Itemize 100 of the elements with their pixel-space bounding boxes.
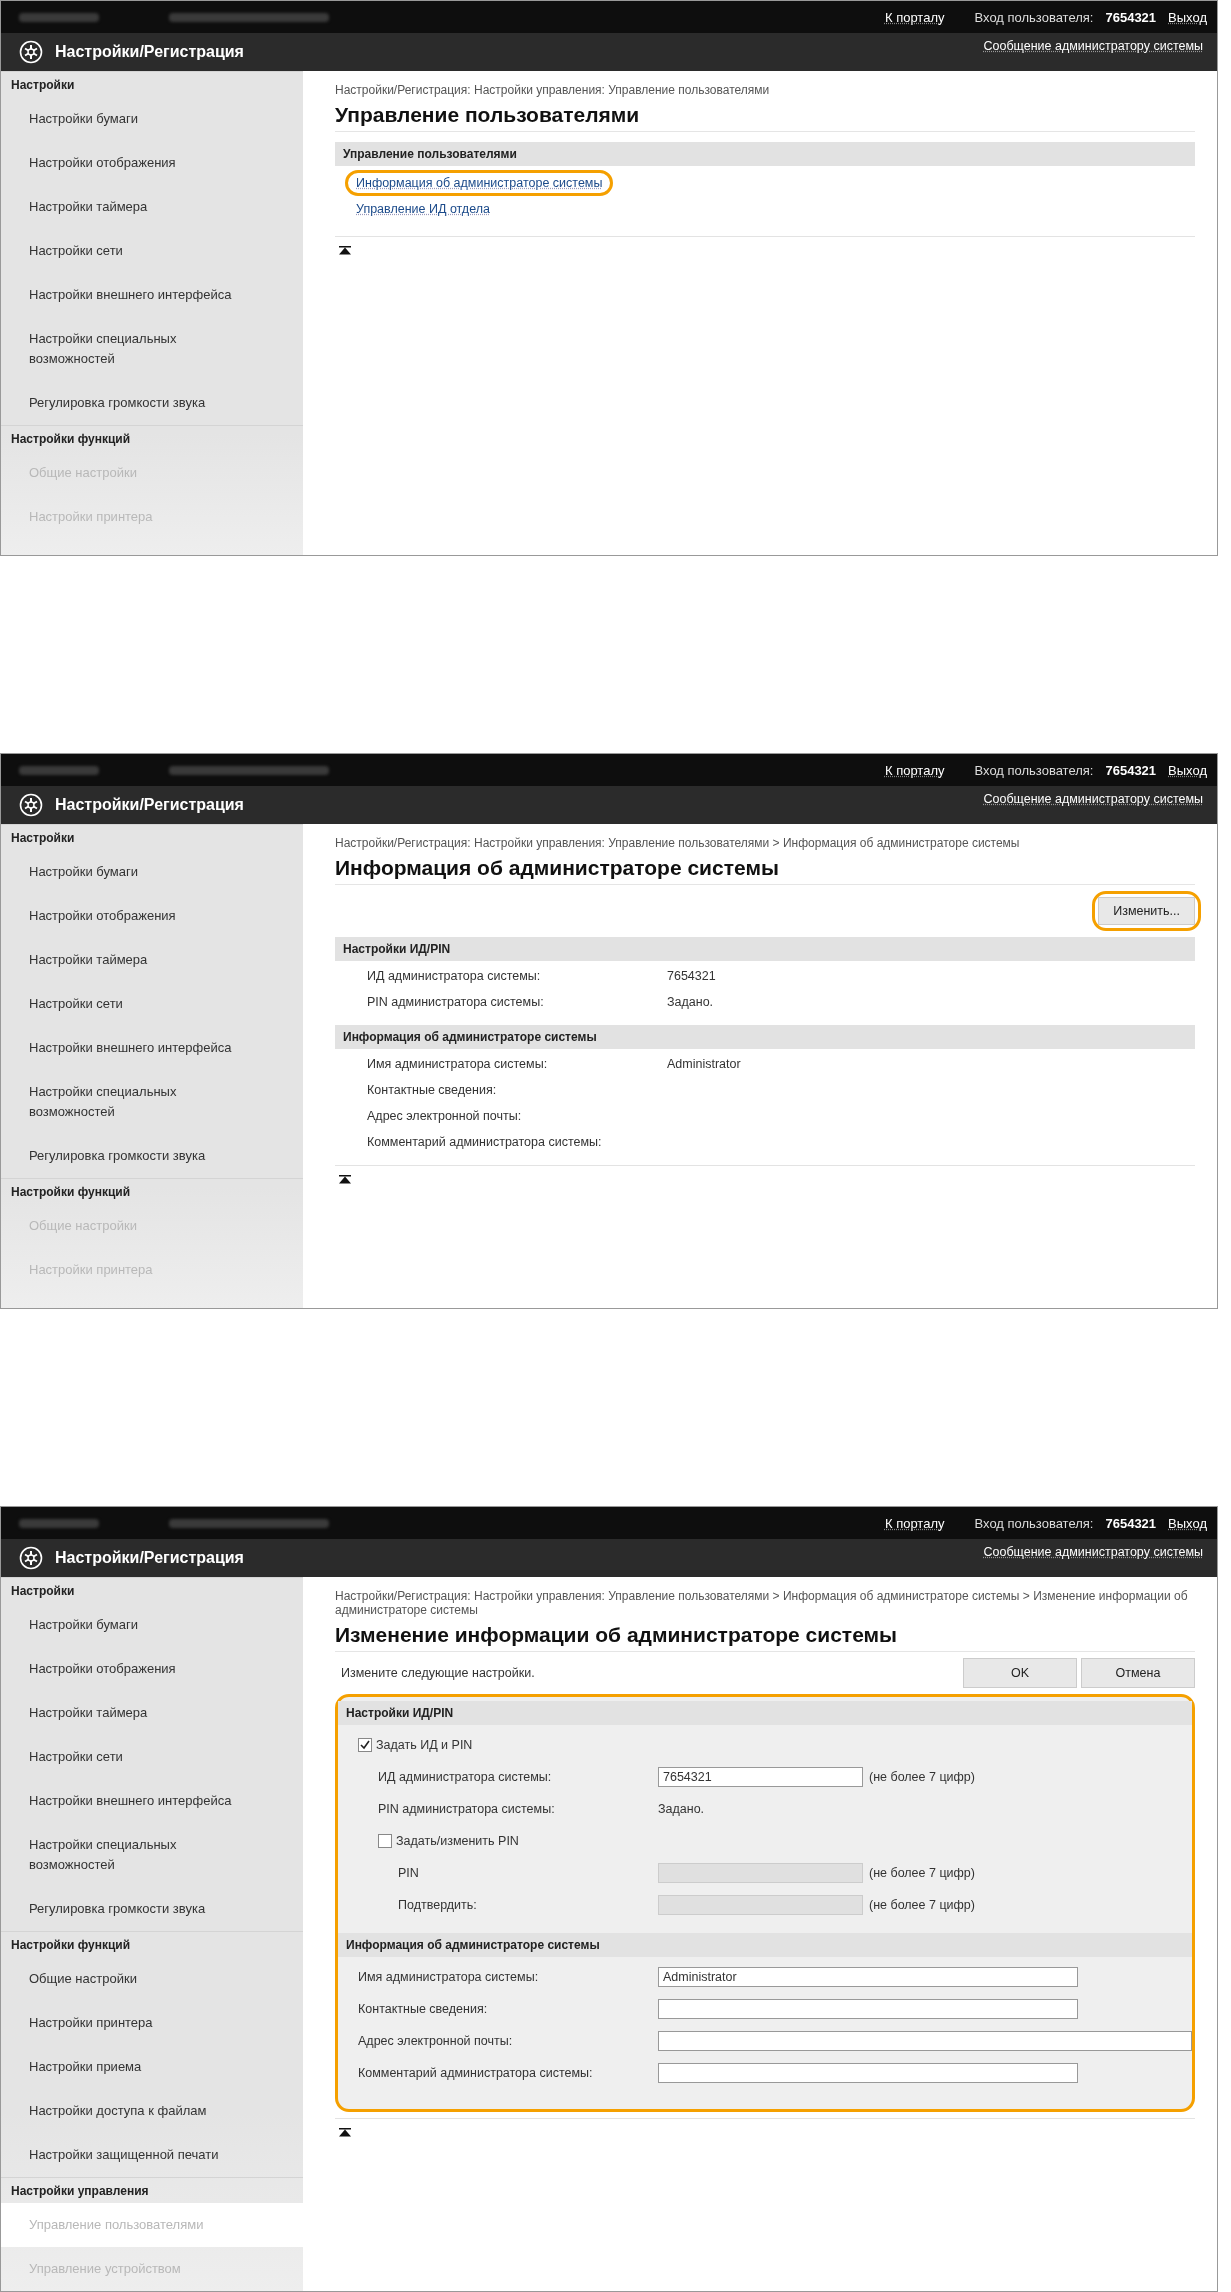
form-button[interactable]: Отмена [1081, 1658, 1195, 1688]
text-field[interactable]: Administrator [658, 1967, 1078, 1987]
sidebar-heading: Настройки [1, 71, 303, 97]
sidebar-item[interactable]: Настройки таймера [1, 1691, 303, 1735]
info-label: Имя администратора системы: [367, 1057, 549, 1071]
message-admin-link[interactable]: Сообщение администратору системы [983, 1545, 1203, 1559]
sidebar-item[interactable]: Настройки принтера [1, 2001, 303, 2045]
sidebar-item[interactable]: Настройки бумаги [1, 97, 303, 141]
field-label: PIN администратора системы: [378, 1802, 556, 1816]
field-label: ИД администратора системы: [378, 1770, 553, 1784]
text-field[interactable] [658, 2063, 1078, 2083]
sidebar-heading: Настройки [1, 824, 303, 850]
field-label: Имя администратора системы: [358, 1970, 540, 1984]
text-field[interactable] [658, 1999, 1078, 2019]
message-admin-link[interactable]: Сообщение администратору системы [983, 792, 1203, 806]
sidebar-heading: Настройки функций [1, 1931, 303, 1957]
sidebar-item[interactable]: Регулировка громкости звука [1, 1134, 303, 1178]
page-title: Управление пользователями [335, 97, 1195, 132]
logout-link[interactable]: Выход [1168, 9, 1207, 25]
instruction-text: Измените следующие настройки. [341, 1666, 535, 1680]
sidebar-item[interactable]: Настройки внешнего интерфейса [1, 1779, 303, 1823]
edit-button[interactable]: Изменить... [1098, 897, 1195, 925]
user-id: 7654321 [1105, 9, 1157, 25]
sidebar-item[interactable]: Регулировка громкости звука [1, 381, 303, 425]
portal-link[interactable]: К порталу [884, 9, 945, 25]
field-label: Контактные сведения: [358, 2002, 489, 2016]
menu-link[interactable]: Управление ИД отдела [356, 202, 490, 216]
page-title: Изменение информации об администраторе системы [335, 1617, 1195, 1652]
sidebar-heading: Настройки [1, 1577, 303, 1603]
logo-icon [19, 1546, 43, 1570]
field-label: Адрес электронной почты: [358, 2034, 514, 2048]
info-value: 7654321 [667, 969, 716, 983]
breadcrumb: Настройки/Регистрация: Настройки управления: Управление пользователями > Информация об администраторе системы [335, 836, 1021, 850]
sidebar-item[interactable]: Настройки отображения [1, 894, 303, 938]
sidebar-item[interactable]: Общие настройки [1, 1957, 303, 2001]
sidebar-item[interactable]: Настройки отображения [1, 1647, 303, 1691]
field-value: Задано. [658, 1802, 705, 1816]
field-label: PIN [398, 1866, 420, 1880]
info-value: Задано. [667, 995, 714, 1009]
breadcrumb: Настройки/Регистрация: Настройки управления: Управление пользователями [335, 83, 771, 97]
sidebar-item[interactable]: Регулировка громкости звука [1, 1887, 303, 1931]
back-to-top-icon[interactable] [339, 245, 351, 255]
app-title: Настройки/Регистрация [55, 43, 244, 61]
login-label: Вход пользователя: [974, 9, 1094, 25]
field-hint: (не более 7 цифр) [869, 1898, 975, 1912]
logo-icon [19, 40, 43, 64]
sidebar-item[interactable]: Настройки таймера [1, 938, 303, 982]
menu-link[interactable]: Информация об администраторе системы [356, 176, 603, 190]
sidebar-item[interactable]: Настройки сети [1, 982, 303, 1026]
field-label: Подтвердить: [398, 1898, 478, 1912]
section-heading: Информация об администраторе системы [338, 1933, 1192, 1957]
app-title: Настройки/Регистрация [55, 796, 244, 814]
info-label: PIN администратора системы: [367, 995, 545, 1009]
sidebar-item[interactable]: Настройки таймера [1, 185, 303, 229]
field-hint: (не более 7 цифр) [869, 1866, 975, 1880]
text-field[interactable]: 7654321 [658, 1767, 863, 1787]
back-to-top-icon[interactable] [339, 1174, 351, 1184]
page-title: Информация об администраторе системы [335, 850, 1195, 885]
sidebar-item[interactable]: Настройки приема [1, 2045, 303, 2089]
section-heading: Настройки ИД/PIN [335, 937, 1195, 961]
logout-link[interactable]: Выход [1168, 762, 1207, 778]
checkbox[interactable] [378, 1834, 392, 1848]
sidebar-item[interactable]: Настройки внешнего интерфейса [1, 273, 303, 317]
text-field[interactable] [658, 2031, 1192, 2051]
form-button[interactable]: OK [963, 1658, 1077, 1688]
section-heading: Информация об администраторе системы [335, 1025, 1195, 1049]
message-admin-link[interactable]: Сообщение администратору системы [983, 39, 1203, 53]
field-label: Комментарий администратора системы: [358, 2066, 594, 2080]
logout-link[interactable]: Выход [1168, 1515, 1207, 1531]
sidebar-item[interactable]: Настройки отображения [1, 141, 303, 185]
info-label: Адрес электронной почты: [367, 1109, 523, 1123]
sidebar-item[interactable]: Настройки защищенной печати [1, 2133, 303, 2177]
sidebar-item[interactable]: Настройки бумаги [1, 1603, 303, 1647]
breadcrumb: Настройки/Регистрация: Настройки управления: Управление пользователями > Информация об администраторе системы > Изменение информации об администраторе системы [335, 1589, 1189, 1617]
info-label: Комментарий администратора системы: [367, 1135, 603, 1149]
sidebar-item[interactable]: Настройки специальных возможностей [1, 317, 221, 381]
portal-link[interactable]: К порталу [884, 762, 945, 778]
user-id: 7654321 [1105, 762, 1157, 778]
checkbox-label: Задать/изменить PIN [396, 1834, 519, 1848]
sidebar-heading: Настройки функций [1, 1178, 303, 1204]
logo-icon [19, 793, 43, 817]
back-to-top-icon[interactable] [339, 2127, 351, 2137]
sidebar-item[interactable]: Настройки внешнего интерфейса [1, 1026, 303, 1070]
section-heading: Управление пользователями [335, 142, 1195, 166]
sidebar-item[interactable]: Настройки сети [1, 229, 303, 273]
sidebar-item[interactable]: Настройки специальных возможностей [1, 1823, 221, 1887]
checkbox-label: Задать ИД и PIN [376, 1738, 473, 1752]
checkbox[interactable] [358, 1738, 372, 1752]
sidebar-item[interactable]: Настройки бумаги [1, 850, 303, 894]
section-heading: Настройки ИД/PIN [338, 1701, 1192, 1725]
sidebar-item[interactable]: Настройки специальных возможностей [1, 1070, 221, 1134]
login-label: Вход пользователя: [974, 762, 1094, 778]
info-label: ИД администратора системы: [367, 969, 542, 983]
sidebar-item[interactable]: Настройки сети [1, 1735, 303, 1779]
portal-link[interactable]: К порталу [884, 1515, 945, 1531]
login-label: Вход пользователя: [974, 1515, 1094, 1531]
field-hint: (не более 7 цифр) [869, 1770, 975, 1784]
sidebar-heading: Настройки функций [1, 425, 303, 451]
sidebar-item[interactable]: Настройки доступа к файлам [1, 2089, 303, 2133]
info-label: Контактные сведения: [367, 1083, 498, 1097]
